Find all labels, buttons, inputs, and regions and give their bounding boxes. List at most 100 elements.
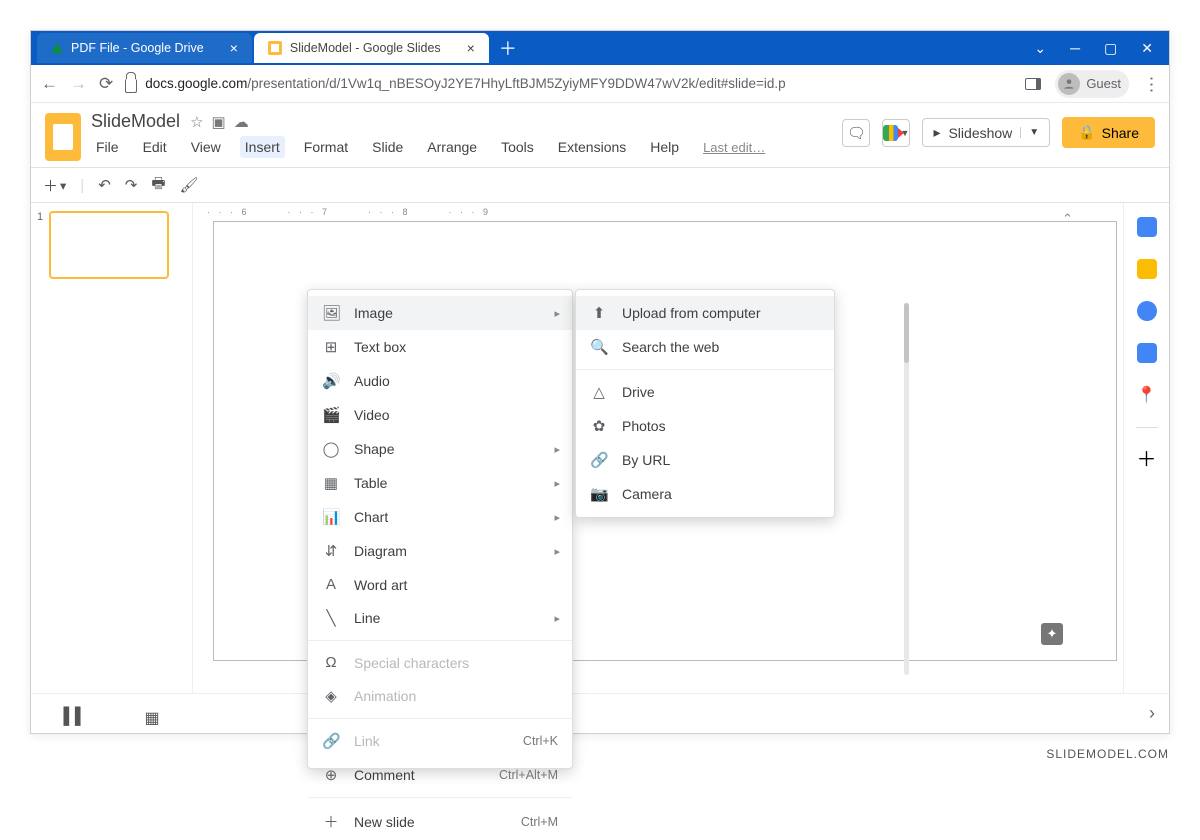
insert-item-table[interactable]: ▦Table [308, 466, 572, 500]
shape-icon: ◯ [322, 440, 340, 458]
reload-button[interactable]: ⟳ [99, 74, 113, 94]
paint-format-button[interactable]: 🖌 [180, 176, 199, 194]
insert-item-word-art[interactable]: AWord art [308, 568, 572, 601]
explore-button[interactable]: ✦ [1041, 623, 1063, 645]
insert-item-special-characters: ΩSpecial characters [308, 646, 572, 679]
insert-item-comment[interactable]: ⊕CommentCtrl+Alt+M [308, 758, 572, 792]
back-button[interactable]: ← [41, 74, 58, 94]
menu-help[interactable]: Help [645, 136, 684, 158]
maximize-button[interactable]: ▢ [1104, 40, 1117, 57]
new-tab-button[interactable]: ＋ [499, 35, 517, 61]
menu-item-label: Text box [354, 339, 406, 355]
insert-item-line[interactable]: ╲ Line [308, 601, 572, 635]
slideshow-button[interactable]: ▸ Slideshow ▼ [922, 118, 1050, 147]
kebab-menu-button[interactable]: ⋯ [1141, 76, 1162, 92]
last-edit-link[interactable]: Last edit… [698, 137, 770, 158]
insert-item-chart[interactable]: 📊Chart [308, 500, 572, 534]
minimize-button[interactable]: ─ [1070, 40, 1080, 56]
link-icon: 🔗 [322, 732, 340, 750]
share-button[interactable]: 🔒 Share [1062, 117, 1155, 148]
insert-item-shape[interactable]: ◯Shape [308, 432, 572, 466]
address-bar: ← → ⟳ docs.google.com/presentation/d/1Vw… [31, 65, 1169, 103]
doc-title[interactable]: SlideModel [91, 111, 180, 132]
chevron-down-icon[interactable]: ⌄ [1034, 40, 1046, 57]
menu-item-label: Table [354, 475, 387, 491]
filmstrip-view-button[interactable]: ▌▌ [64, 708, 80, 720]
insert-item-video[interactable]: 🎬Video [308, 398, 572, 432]
menu-file[interactable]: File [91, 136, 124, 158]
comments-button[interactable]: 🗨 [842, 119, 870, 147]
menu-item-label: Line [354, 610, 380, 626]
new-slide-icon: ＋ [322, 811, 340, 832]
browser-tab-slides[interactable]: SlideModel - Google Slides × [254, 33, 489, 63]
slides-logo[interactable] [45, 113, 81, 161]
audio-icon: 🔊 [322, 372, 340, 390]
show-side-panel-button[interactable]: › [1149, 703, 1155, 724]
meet-button[interactable]: ▼ [882, 119, 910, 147]
forward-button[interactable]: → [70, 74, 87, 94]
play-icon: ▸ [933, 124, 940, 141]
drive-icon: △ [590, 383, 608, 401]
add-addon-button[interactable]: ＋ [1137, 450, 1157, 470]
browser-tab-pdf[interactable]: PDF File - Google Drive × [37, 33, 252, 63]
tab-title: SlideModel - Google Slides [290, 41, 441, 55]
menu-tools[interactable]: Tools [496, 136, 539, 158]
image-item-photos[interactable]: ✿Photos [576, 409, 834, 443]
close-window-button[interactable]: ✕ [1141, 40, 1153, 57]
meet-icon [883, 125, 897, 141]
image-item-by-url[interactable]: 🔗By URL [576, 443, 834, 477]
image-submenu: ⬆Upload from computer 🔍 Search the web △Dri… [575, 289, 835, 518]
side-panel: 📍 ＋ [1123, 203, 1169, 693]
menu-edit[interactable]: Edit [138, 136, 172, 158]
keep-icon[interactable] [1137, 259, 1157, 279]
contacts-icon[interactable] [1137, 343, 1157, 363]
url-field[interactable]: docs.google.com/presentation/d/1Vw1q_nBE… [125, 75, 1013, 93]
profile-chip[interactable]: Guest [1055, 70, 1129, 98]
undo-button[interactable]: ↶ [98, 176, 111, 194]
cloud-icon[interactable]: ☁ [234, 113, 249, 131]
menu-arrange[interactable]: Arrange [422, 136, 482, 158]
thumb-preview [49, 211, 169, 279]
image-item-drive[interactable]: △Drive [576, 375, 834, 409]
move-icon[interactable]: ▣ [212, 113, 226, 131]
menu-item-label: Chart [354, 509, 388, 525]
insert-item-diagram[interactable]: ⇵Diagram [308, 534, 572, 568]
insert-item-audio[interactable]: 🔊Audio [308, 364, 572, 398]
redo-button[interactable]: ↷ [125, 176, 138, 194]
shortcut-label: Ctrl+K [523, 734, 558, 748]
new-slide-tool[interactable]: ＋ ▾ [43, 175, 66, 196]
drive-icon [51, 43, 63, 53]
menu-slide[interactable]: Slide [367, 136, 408, 158]
menu-extensions[interactable]: Extensions [553, 136, 631, 158]
print-button[interactable]: 🖶 [151, 173, 165, 198]
tasks-icon[interactable] [1137, 301, 1157, 321]
maps-icon[interactable]: 📍 [1137, 385, 1157, 405]
image-item-search-the-web[interactable]: 🔍 Search the web [576, 330, 834, 364]
menu-format[interactable]: Format [299, 136, 353, 158]
grid-view-button[interactable]: ▦ [145, 708, 161, 720]
menu-item-label: Search the web [622, 339, 719, 355]
image-item-upload-from-computer[interactable]: ⬆Upload from computer [576, 296, 834, 330]
image-item-camera[interactable]: 📷Camera [576, 477, 834, 511]
menu-view[interactable]: View [186, 136, 226, 158]
panel-toggle-icon[interactable] [1025, 78, 1041, 90]
menu-item-label: Video [354, 407, 390, 423]
scrollbar[interactable] [904, 303, 909, 675]
thumb-number: 1 [37, 211, 43, 279]
by-url-icon: 🔗 [590, 451, 608, 469]
insert-item-new-slide[interactable]: ＋New slideCtrl+M [308, 803, 572, 840]
slideshow-dropdown[interactable]: ▼ [1020, 127, 1039, 138]
menu-insert[interactable]: Insert [240, 136, 285, 158]
menu-item-label: Diagram [354, 543, 407, 559]
insert-item-image[interactable]: 🖼Image [308, 296, 572, 330]
calendar-icon[interactable] [1137, 217, 1157, 237]
line-icon: ╲ [322, 609, 340, 627]
close-icon[interactable]: × [230, 40, 238, 56]
search-the-web-icon: 🔍 [590, 338, 608, 356]
insert-item-text-box[interactable]: ⊞Text box [308, 330, 572, 364]
slide-thumb-1[interactable]: 1 [37, 211, 186, 279]
browser-tab-strip: PDF File - Google Drive × SlideModel - G… [31, 31, 1169, 65]
close-icon[interactable]: × [467, 40, 475, 56]
menu-item-label: Camera [622, 486, 672, 502]
star-icon[interactable]: ☆ [190, 113, 203, 131]
